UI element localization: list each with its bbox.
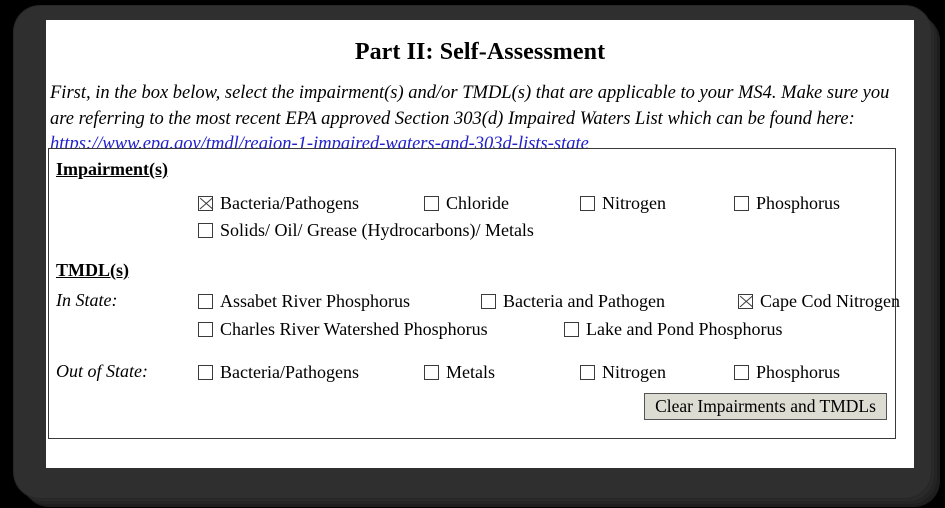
page-title: Part II: Self-Assessment — [354, 39, 606, 65]
tmdl-out-of-state-option-nitrogen[interactable]: Nitrogen — [580, 363, 666, 381]
checkbox-label: Bacteria/Pathogens — [220, 193, 359, 213]
checkbox-icon[interactable] — [198, 222, 213, 238]
tmdl-in-state-option-lake-and-pond-phosphorus[interactable]: Lake and Pond Phosphorus — [564, 320, 783, 338]
checkbox-icon[interactable] — [564, 321, 579, 337]
checkbox-label: Charles River Watershed Phosphorus — [220, 319, 488, 339]
device-frame: Part II: Self-Assessment First, in the b… — [14, 6, 931, 498]
checkbox-icon[interactable] — [580, 195, 595, 211]
impairments-option-nitrogen[interactable]: Nitrogen — [580, 194, 666, 212]
checkbox-checked-icon[interactable] — [738, 293, 753, 309]
checkbox-icon[interactable] — [198, 293, 213, 309]
impairments-heading: Impairment(s) — [56, 159, 168, 179]
tmdl-out-of-state-option-bacteria-pathogens[interactable]: Bacteria/Pathogens — [198, 363, 359, 381]
in-state-label: In State: — [56, 290, 118, 310]
checkbox-checked-icon[interactable] — [198, 195, 213, 211]
checkbox-label: Phosphorus — [756, 193, 841, 213]
checkbox-icon[interactable] — [424, 364, 439, 380]
checkbox-label: Bacteria and Pathogen — [503, 291, 665, 311]
checkbox-label: Metals — [446, 362, 495, 382]
document-page: Part II: Self-Assessment First, in the b… — [46, 20, 914, 468]
checkbox-icon[interactable] — [734, 364, 749, 380]
checkbox-label: Lake and Pond Phosphorus — [586, 319, 783, 339]
checkbox-label: Bacteria/Pathogens — [220, 362, 359, 382]
tmdl-in-state-option-assabet-river-phosphorus[interactable]: Assabet River Phosphorus — [198, 292, 410, 310]
checkbox-label: Chloride — [446, 193, 509, 213]
checkbox-label: Phosphorus — [756, 362, 841, 382]
impairments-option-solids-oil-grease-hydrocarbons-metals[interactable]: Solids/ Oil/ Grease (Hydrocarbons)/ Meta… — [198, 221, 534, 239]
checkbox-label: Nitrogen — [602, 193, 666, 213]
tmdls-heading: TMDL(s) — [56, 260, 129, 280]
tmdl-out-of-state-option-phosphorus[interactable]: Phosphorus — [734, 363, 840, 381]
out-of-state-label: Out of State: — [56, 361, 148, 381]
impairments-option-chloride[interactable]: Chloride — [424, 194, 509, 212]
intro-paragraph: First, in the box below, select the impa… — [50, 81, 909, 158]
checkbox-label: Solids/ Oil/ Grease (Hydrocarbons)/ Meta… — [220, 220, 534, 240]
checkbox-icon[interactable] — [734, 195, 749, 211]
checkbox-icon[interactable] — [198, 364, 213, 380]
checkbox-icon[interactable] — [424, 195, 439, 211]
tmdl-out-of-state-option-metals[interactable]: Metals — [424, 363, 495, 381]
clear-impairments-and-tmdls-button[interactable]: Clear Impairments and TMDLs — [644, 393, 887, 420]
impairments-option-phosphorus[interactable]: Phosphorus — [734, 194, 840, 212]
checkbox-label: Assabet River Phosphorus — [220, 291, 410, 311]
tmdl-in-state-option-charles-river-watershed-phosphorus[interactable]: Charles River Watershed Phosphorus — [198, 320, 488, 338]
checkbox-icon[interactable] — [198, 321, 213, 337]
impairment-tmdl-selection-box: Impairment(s) TMDL(s) In State: Out of S… — [48, 148, 900, 439]
tmdl-in-state-option-bacteria-and-pathogen[interactable]: Bacteria and Pathogen — [481, 292, 665, 310]
tmdl-in-state-option-cape-cod-nitrogen[interactable]: Cape Cod Nitrogen — [738, 292, 900, 310]
checkbox-icon[interactable] — [481, 293, 496, 309]
impairments-option-bacteria-pathogens[interactable]: Bacteria/Pathogens — [198, 194, 359, 212]
checkbox-label: Nitrogen — [602, 362, 666, 382]
intro-text: First, in the box below, select the impa… — [50, 83, 890, 129]
checkbox-icon[interactable] — [580, 364, 595, 380]
checkbox-label: Cape Cod Nitrogen — [760, 291, 900, 311]
